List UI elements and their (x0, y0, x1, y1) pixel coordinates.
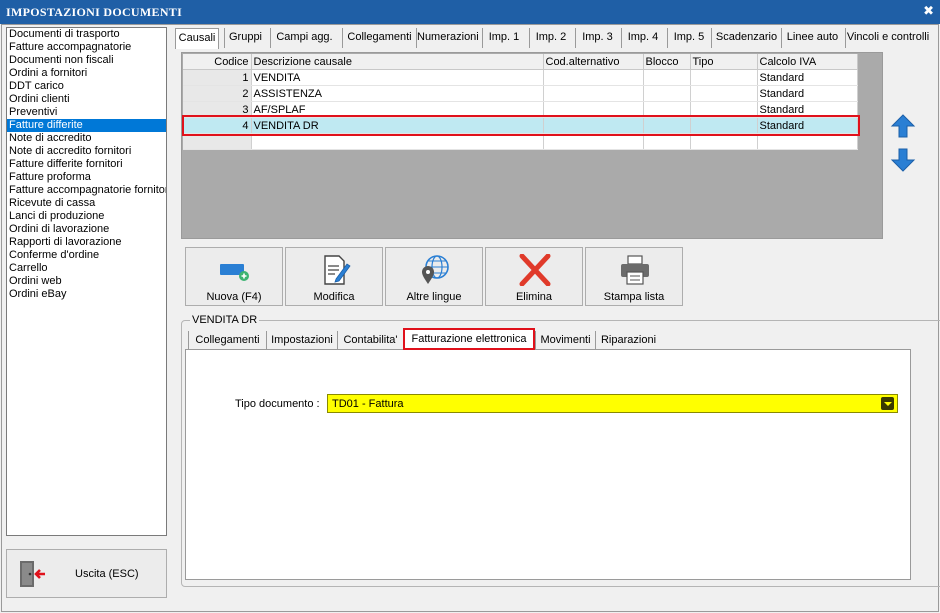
main-tab[interactable]: Scadenzario (711, 28, 781, 48)
new-card-icon (220, 264, 249, 281)
printer-icon (621, 255, 649, 285)
delete-x-icon (519, 254, 551, 286)
grid-cell-descrizione[interactable]: VENDITA (251, 69, 544, 86)
globe-pin-icon (422, 255, 449, 284)
detail-tab[interactable]: Movimenti (535, 331, 595, 350)
document-type-item[interactable]: Ordini di lavorazione (7, 223, 166, 236)
document-type-item[interactable]: Ordini eBay (7, 288, 166, 301)
main-tab[interactable]: Numerazioni (416, 28, 479, 48)
grid-column-header[interactable]: Descrizione causale (251, 54, 544, 70)
document-type-item[interactable]: Fatture differite fornitori (7, 158, 166, 171)
tipo-documento-value: TD01 - Fattura (332, 398, 404, 410)
main-tab[interactable]: Causali (175, 28, 219, 49)
document-type-item[interactable]: Fatture accompagnatorie fornitori (7, 184, 166, 197)
edit-button[interactable]: Modifica (285, 247, 383, 306)
main-tab[interactable]: Linee auto (781, 28, 843, 48)
grid-column-header[interactable]: Codice (183, 54, 252, 70)
grid-header: Codice Descrizione causale Cod.alternativo… (183, 54, 858, 70)
document-type-item[interactable]: Fatture differite (7, 119, 166, 132)
grid-column-header[interactable]: Cod.alternativo (543, 54, 644, 70)
detail-group-caption: VENDITA DR (190, 314, 260, 326)
grid-column-header[interactable]: Tipo (690, 54, 758, 70)
document-type-item[interactable]: Ordini a fornitori (7, 67, 166, 80)
window-title: IMPOSTAZIONI DOCUMENTI (6, 5, 183, 19)
grid-column-header[interactable]: Calcolo IVA (757, 54, 858, 70)
document-type-item[interactable]: Ricevute di cassa (7, 197, 166, 210)
main-tab[interactable]: Imp. 2 (529, 28, 572, 48)
grid-cell-tipo[interactable] (690, 69, 758, 86)
grid-cell-cod-alt[interactable] (543, 69, 644, 86)
new-button[interactable]: Nuova (F4) (185, 247, 283, 306)
grid-cell-calcolo-iva[interactable]: Standard (757, 69, 858, 86)
document-type-list[interactable]: Documenti di trasporto Fatture accompagna… (6, 27, 167, 536)
grid-column-header[interactable]: Blocco (643, 54, 691, 70)
detail-tab[interactable]: Contabilita' (337, 331, 403, 350)
tipo-documento-dropdown[interactable]: TD01 - Fattura (327, 394, 898, 413)
grid-cell-blocco[interactable] (643, 85, 691, 102)
delete-button[interactable]: Elimina (485, 247, 583, 306)
print-list-button-label: Stampa lista (603, 291, 665, 303)
title-bar: IMPOSTAZIONI DOCUMENTI ✖ (0, 0, 940, 24)
detail-tab[interactable]: Impostazioni (266, 331, 337, 350)
grid-row[interactable]: 1 VENDITA Standard (183, 69, 858, 86)
exit-door-icon (20, 561, 45, 587)
document-type-item[interactable]: Conferme d'ordine (7, 249, 166, 262)
main-tab[interactable]: Gruppi (224, 28, 266, 48)
tipo-documento-label: Tipo documento : (235, 398, 320, 410)
grid-row[interactable]: 2 ASSISTENZA Standard (183, 85, 858, 102)
document-type-item[interactable]: Ordini web (7, 275, 166, 288)
arrow-up-icon[interactable] (889, 112, 917, 140)
grid-cell-descrizione[interactable]: ASSISTENZA (251, 85, 544, 102)
causali-grid[interactable]: Codice Descrizione causale Cod.alternativo… (181, 52, 883, 239)
grid-cell-cod-alt[interactable] (543, 85, 644, 102)
grid-cell-blocco[interactable] (643, 69, 691, 86)
document-type-item[interactable]: DDT carico (7, 80, 166, 93)
document-type-item[interactable]: Rapporti di lavorazione (7, 236, 166, 249)
document-type-item[interactable]: Preventivi (7, 106, 166, 119)
main-tab[interactable]: Imp. 5 (667, 28, 710, 48)
document-type-item[interactable]: Lanci di produzione (7, 210, 166, 223)
grid-cell-codice[interactable]: 1 (183, 69, 252, 86)
arrow-down-icon[interactable] (889, 146, 917, 174)
main-tab[interactable]: Imp. 3 (575, 28, 619, 48)
grid-cell-calcolo-iva[interactable]: Standard (757, 85, 858, 102)
edit-document-icon (324, 255, 351, 285)
other-languages-button[interactable]: Altre lingue (385, 247, 483, 306)
document-type-item[interactable]: Note di accredito fornitori (7, 145, 166, 158)
edit-button-label: Modifica (313, 291, 355, 303)
exit-button[interactable]: Uscita (ESC) (6, 549, 167, 598)
detail-tab[interactable]: Collegamenti (188, 331, 266, 350)
document-type-item[interactable]: Carrello (7, 262, 166, 275)
main-tab[interactable]: Imp. 4 (621, 28, 664, 48)
selected-row-callout (182, 115, 860, 136)
exit-button-label: Uscita (ESC) (75, 568, 139, 580)
document-type-item[interactable]: Fatture proforma (7, 171, 166, 184)
detail-tab-panel (185, 349, 911, 580)
document-type-item[interactable]: Note di accredito (7, 132, 166, 145)
print-list-button[interactable]: Stampa lista (585, 247, 683, 306)
document-type-item[interactable]: Ordini clienti (7, 93, 166, 106)
chevron-down-icon[interactable] (881, 397, 894, 410)
delete-button-label: Elimina (515, 291, 553, 303)
main-tab[interactable]: Imp. 1 (482, 28, 525, 48)
main-tab[interactable]: Campi agg. (270, 28, 338, 48)
detail-tab[interactable]: Fatturazione elettronica (403, 328, 535, 350)
detail-tab[interactable]: Riparazioni (595, 331, 661, 350)
document-type-item[interactable]: Documenti non fiscali (7, 54, 166, 67)
document-type-item[interactable]: Fatture accompagnatorie (7, 41, 166, 54)
close-icon[interactable]: ✖ (923, 3, 934, 19)
main-tab[interactable]: Vincoli e controlli (845, 28, 930, 48)
other-languages-button-label: Altre lingue (406, 291, 462, 303)
grid-cell-tipo[interactable] (690, 85, 758, 102)
new-button-label: Nuova (F4) (206, 291, 262, 303)
grid-cell-codice[interactable]: 2 (183, 85, 252, 102)
main-tab[interactable]: Collegamenti (342, 28, 416, 48)
document-type-item[interactable]: Documenti di trasporto (7, 28, 166, 41)
